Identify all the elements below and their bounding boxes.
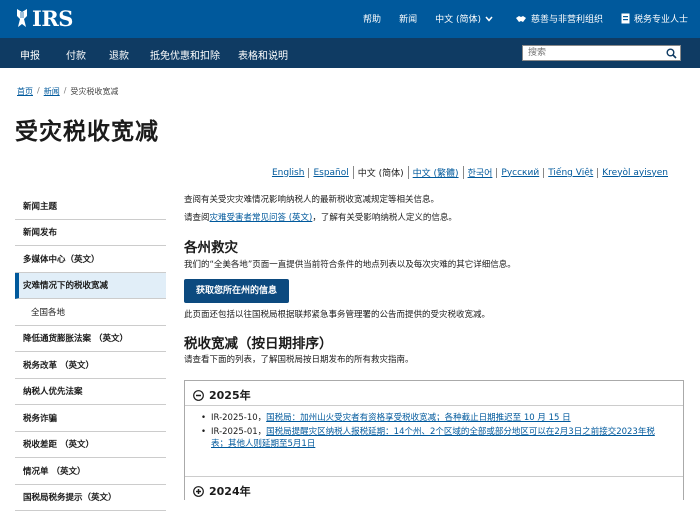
sidebar-item-multimedia[interactable]: 多媒体中心（英文） (15, 246, 166, 273)
breadcrumb-home[interactable]: 首页 (17, 86, 33, 97)
section-by-date-title: 税收宽减（按日期排序） (184, 332, 333, 352)
accordion-2024-toggle[interactable]: 2024年 (193, 483, 251, 499)
language-links: English Español 中文 (简体) 中文 (繁體) 한국어 Русс… (268, 166, 672, 179)
help-link[interactable]: 帮助 (363, 12, 381, 25)
id-card-icon (621, 13, 630, 24)
sidebar-item-inflation-reduction-act[interactable]: 降低通货膨胀法案 （英文） (15, 326, 166, 353)
lang-russian[interactable]: Русский (496, 168, 543, 178)
sidebar-item-tax-tips[interactable]: 国税局税务提示（英文） (15, 485, 166, 511)
sidebar-item-taxpayer-first-act[interactable]: 纳税人优先法案 (15, 379, 166, 406)
nav-forms-instructions[interactable]: 表格和说明 (238, 47, 288, 62)
sidebar-item-tax-scams[interactable]: 税务诈骗 (15, 405, 166, 432)
list-item: • IR-2025-01，国税局提醒灾区纳税人报税延期：14个州、2个区域的全部… (201, 426, 671, 451)
ir-2025-01-link[interactable]: 国税局提醒灾区纳税人报税延期：14个州、2个区域的全部或部分地区可以在2月3日之… (211, 427, 655, 450)
intro-paragraph: 查阅有关受灾灾难情况影响纳税人的最新税收宽减规定等相关信息。 (184, 194, 439, 206)
accordion-divider (185, 476, 683, 477)
disaster-faq-link[interactable]: 灾难受害者常见问答 (英文) (210, 213, 313, 223)
nav-refunds[interactable]: 退款 (109, 47, 129, 62)
news-link[interactable]: 新闻 (399, 12, 417, 25)
faq-paragraph: 请查阅灾难受害者常见问答 (英文)，了解有关受影响纳税人定义的信息。 (184, 212, 457, 224)
sidebar-nav: 新闻主题 新闻发布 多媒体中心（英文） 灾难情况下的税收宽减 全国各地 降低通货… (15, 193, 166, 511)
search-input[interactable] (523, 46, 659, 60)
utility-links: 帮助 新闻 中文 (简体) 慈善与非营利组织 税务专业人士 (345, 12, 688, 25)
breadcrumb-news[interactable]: 新闻 (44, 86, 60, 97)
list-item: • IR-2025-10，国税局：加州山火受灾者有资格享受税收宽减；各种截止日期… (201, 412, 671, 425)
lang-chinese-simplified: 中文 (简体) (353, 166, 408, 179)
top-header: IRS 帮助 新闻 中文 (简体) 慈善与非营利组织 税务专业人士 (0, 0, 700, 38)
relief-accordion: 2025年 • IR-2025-10，国税局：加州山火受灾者有资格享受税收宽减；… (184, 380, 684, 500)
sidebar-item-news-releases[interactable]: 新闻发布 (15, 220, 166, 247)
sidebar-item-disaster-relief[interactable]: 灾难情况下的税收宽减 (15, 273, 166, 300)
lang-korean[interactable]: 한국어 (463, 166, 497, 179)
accordion-2025-toggle[interactable]: 2025年 (193, 387, 251, 403)
state-relief-text: 我们的“全美各地”页面一直提供当前符合条件的地点列表以及每次灾难的其它详细信息。 (184, 259, 516, 271)
sidebar-item-around-nation[interactable]: 全国各地 (15, 299, 166, 326)
sidebar-item-news-topics[interactable]: 新闻主题 (15, 193, 166, 220)
search-icon[interactable] (666, 48, 677, 59)
breadcrumb-current: 受灾税收宽减 (70, 86, 118, 97)
page-title: 受灾税收宽减 (15, 112, 159, 146)
eagle-logo-icon (14, 7, 30, 29)
state-relief-note: 此页面还包括以往国税局根据联邦紧急事务管理署的公告而提供的受灾税收宽减。 (184, 309, 490, 321)
lang-vietnamese[interactable]: Tiếng Việt (543, 168, 597, 178)
tax-pros-link[interactable]: 税务专业人士 (621, 12, 688, 25)
lang-spanish[interactable]: Español (308, 168, 352, 178)
language-label: 中文 (简体) (435, 12, 481, 25)
accordion-2024-label: 2024年 (209, 483, 251, 499)
accordion-divider (185, 405, 683, 406)
irs-logo[interactable]: IRS (14, 6, 73, 30)
by-date-text: 请查看下面的列表，了解国税局按日期发布的所有救灾指南。 (184, 354, 414, 366)
nav-credits-deductions[interactable]: 抵免优惠和扣除 (150, 47, 220, 62)
chevron-down-icon (485, 16, 493, 22)
minus-circle-icon (193, 390, 204, 401)
nav-pay[interactable]: 付款 (66, 47, 86, 62)
charities-label: 慈善与非营利组织 (531, 12, 603, 25)
nav-file[interactable]: 申报 (20, 47, 40, 62)
lang-english[interactable]: English (268, 168, 309, 178)
accordion-2025-list: • IR-2025-10，国税局：加州山火受灾者有资格享受税收宽减；各种截止日期… (201, 412, 671, 452)
breadcrumb: 首页 / 新闻 / 受灾税收宽减 (17, 86, 118, 97)
language-selector[interactable]: 中文 (简体) (435, 12, 497, 25)
charities-link[interactable]: 慈善与非营利组织 (515, 12, 603, 25)
search-box (522, 45, 681, 61)
ir-2025-10-link[interactable]: 国税局：加州山火受灾者有资格享受税收宽减；各种截止日期推迟至 10 月 15 日 (266, 413, 570, 423)
handshake-icon (515, 14, 527, 24)
sidebar-item-tax-gap[interactable]: 税收差距 （英文） (15, 432, 166, 459)
logo-text: IRS (32, 6, 73, 31)
section-state-relief-title: 各州救灾 (184, 236, 238, 256)
lang-haitian-creole[interactable]: Kreyòl ayisyen (597, 168, 672, 178)
accordion-2025-label: 2025年 (209, 387, 251, 403)
lang-chinese-traditional[interactable]: 中文 (繁體) (408, 166, 463, 179)
get-state-info-button[interactable]: 获取您所在州的信息 (184, 279, 289, 303)
sidebar-item-fact-sheets[interactable]: 情况单 （英文） (15, 458, 166, 485)
tax-pros-label: 税务专业人士 (634, 12, 688, 25)
sidebar-item-tax-reform[interactable]: 税务改革 （英文） (15, 352, 166, 379)
plus-circle-icon (193, 486, 204, 497)
